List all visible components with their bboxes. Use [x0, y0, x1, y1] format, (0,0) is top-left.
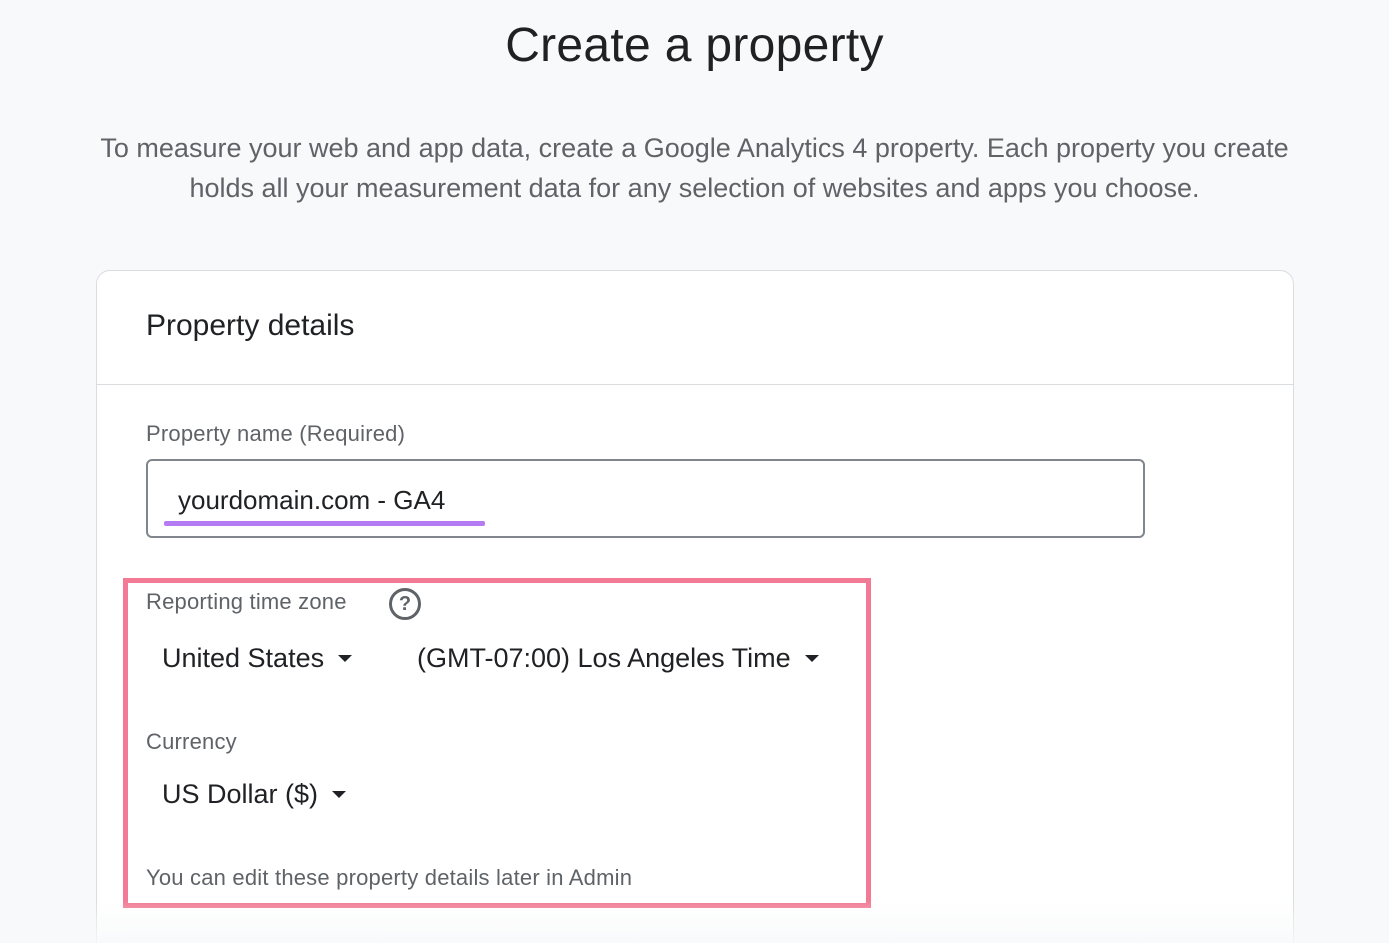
time-zone-dropdown[interactable]: (GMT-07:00) Los Angeles Time	[417, 643, 819, 674]
currency-dropdown[interactable]: US Dollar ($)	[162, 779, 346, 810]
caret-down-icon	[332, 791, 346, 798]
currency-label: Currency	[146, 729, 237, 755]
bottom-fade	[0, 900, 1389, 943]
caret-down-icon	[338, 655, 352, 662]
page-title: Create a property	[0, 18, 1389, 73]
help-circle-icon[interactable]: ?	[389, 588, 421, 620]
time-zone-value: (GMT-07:00) Los Angeles Time	[417, 643, 791, 674]
time-zone-label: Reporting time zone	[146, 589, 347, 615]
intro-line-2: holds all your measurement data for any …	[20, 168, 1369, 208]
property-details-card: Property details Property name (Required…	[96, 270, 1294, 943]
edit-later-hint: You can edit these property details late…	[146, 865, 632, 891]
country-dropdown[interactable]: United States	[162, 643, 352, 674]
intro-text: To measure your web and app data, create…	[20, 128, 1369, 208]
caret-down-icon	[805, 655, 819, 662]
country-value: United States	[162, 643, 324, 674]
card-header: Property details	[97, 271, 1293, 385]
currency-value: US Dollar ($)	[162, 779, 318, 810]
property-name-value[interactable]: yourdomain.com - GA4	[178, 485, 445, 516]
property-name-input[interactable]: yourdomain.com - GA4	[146, 459, 1145, 538]
property-name-label: Property name (Required)	[146, 421, 405, 447]
card-title: Property details	[146, 309, 1293, 343]
intro-line-1: To measure your web and app data, create…	[20, 128, 1369, 168]
property-name-underline	[164, 521, 485, 526]
